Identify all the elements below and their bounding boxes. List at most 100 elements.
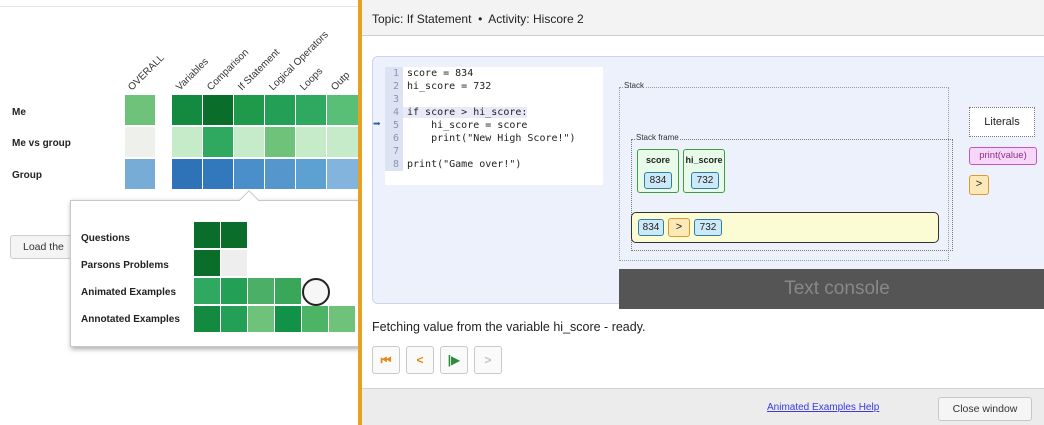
previous-step-button[interactable]: < bbox=[406, 346, 434, 374]
popup-cell[interactable] bbox=[275, 278, 301, 304]
row-label-me: Me bbox=[12, 107, 26, 118]
previous-step-icon: < bbox=[416, 353, 424, 367]
literal-print: print(value) bbox=[969, 147, 1037, 165]
grid-cell[interactable] bbox=[125, 95, 155, 125]
popup-cell[interactable] bbox=[329, 306, 355, 332]
popup-cell[interactable] bbox=[248, 278, 274, 304]
grid-cell[interactable] bbox=[296, 95, 326, 125]
next-step-button[interactable]: |▶ bbox=[440, 346, 468, 374]
grid-cell[interactable] bbox=[172, 159, 202, 189]
load-button[interactable]: Load the bbox=[10, 235, 72, 259]
popup-cell[interactable] bbox=[194, 250, 220, 276]
next-step-icon: |▶ bbox=[447, 353, 461, 367]
code-line: 1 score = 834 bbox=[385, 67, 603, 80]
last-step-button[interactable]: > bbox=[474, 346, 502, 374]
grid-cell[interactable] bbox=[172, 95, 202, 125]
code-panel: 1 score = 834 2 hi_score = 732 3 4 if score > … bbox=[373, 67, 603, 185]
popup-cell[interactable] bbox=[275, 306, 301, 332]
code-text: score = 834 bbox=[407, 68, 474, 79]
grid-cell[interactable] bbox=[234, 159, 264, 189]
row-label-me-vs-group: Me vs group bbox=[12, 138, 71, 149]
code-line: 4 if score > hi_score: bbox=[385, 106, 603, 119]
popup-cell[interactable] bbox=[221, 250, 247, 276]
stack-label: Stack bbox=[623, 81, 646, 90]
line-number: 1 bbox=[385, 67, 403, 80]
last-step-icon: > bbox=[484, 353, 492, 367]
grid-cell[interactable] bbox=[296, 159, 326, 189]
expression-operator: > bbox=[668, 218, 690, 237]
variable-value: 834 bbox=[644, 172, 672, 189]
line-number: 2 bbox=[385, 80, 403, 93]
window-body: 1 score = 834 2 hi_score = 732 3 4 if score > … bbox=[362, 36, 1044, 388]
close-window-button[interactable]: Close window bbox=[938, 397, 1032, 421]
help-link[interactable]: Animated Examples Help bbox=[767, 402, 879, 413]
visualization-panel: 1 score = 834 2 hi_score = 732 3 4 if score > … bbox=[372, 56, 1044, 309]
column-label-output: Outp bbox=[329, 69, 353, 93]
page: OVERALL Variables Comparison If Statemen… bbox=[0, 0, 1044, 425]
current-line-arrow-icon: ➡ bbox=[373, 117, 381, 132]
variable-name: score bbox=[645, 155, 671, 165]
grid-cell[interactable] bbox=[327, 159, 358, 189]
grid-cell[interactable] bbox=[327, 127, 358, 157]
line-number: 8 bbox=[385, 158, 403, 171]
popup-cell[interactable] bbox=[194, 222, 220, 248]
line-number: 7 bbox=[385, 145, 403, 158]
line-number: 4 bbox=[385, 106, 403, 119]
variable-score: score 834 bbox=[637, 149, 679, 193]
grid-cell[interactable] bbox=[327, 95, 358, 125]
header-separator: • bbox=[478, 12, 483, 26]
code-line: 6 print("New High Score!") bbox=[385, 132, 603, 145]
code-line: 5 hi_score = score bbox=[385, 119, 603, 132]
stack-frame-label: Stack frame bbox=[635, 133, 680, 142]
text-console: Text console bbox=[619, 269, 1044, 309]
grid-cell[interactable] bbox=[203, 95, 233, 125]
cursor-circle-icon bbox=[302, 278, 330, 306]
window-footer: Animated Examples Help Close window bbox=[362, 388, 1044, 425]
window-header: Topic: If Statement • Activity: Hiscore … bbox=[362, 0, 1044, 36]
column-label-loops: Loops bbox=[298, 65, 326, 93]
column-label-overall: OVERALL bbox=[126, 52, 167, 93]
code-line: 7 bbox=[385, 145, 603, 158]
popup-cell[interactable] bbox=[221, 278, 247, 304]
grid-cell[interactable] bbox=[125, 159, 155, 189]
divider bbox=[0, 6, 358, 7]
row-label-group: Group bbox=[12, 170, 42, 181]
grid-cell[interactable] bbox=[203, 159, 233, 189]
line-number: 6 bbox=[385, 132, 403, 145]
variable-value: 732 bbox=[691, 172, 719, 189]
line-number: 3 bbox=[385, 93, 403, 106]
grid-cell[interactable] bbox=[234, 95, 264, 125]
popup-label-annotated-examples: Annotated Examples bbox=[81, 314, 180, 325]
grid-cell[interactable] bbox=[265, 95, 295, 125]
grid-cell[interactable] bbox=[172, 127, 202, 157]
activity-name: Hiscore 2 bbox=[532, 12, 584, 26]
status-text: Fetching value from the variable hi_scor… bbox=[372, 320, 646, 334]
variable-name: hi_score bbox=[685, 155, 723, 165]
first-step-icon: ⏮ bbox=[380, 353, 392, 367]
grid-cell[interactable] bbox=[234, 127, 264, 157]
code-line: 8 print("Game over!") bbox=[385, 158, 603, 171]
grid-cell[interactable] bbox=[296, 127, 326, 157]
topic-label: Topic: bbox=[372, 12, 404, 26]
code-text: if score > hi_score: bbox=[403, 107, 528, 118]
grid-cell[interactable] bbox=[265, 127, 295, 157]
literal-greater-than: > bbox=[969, 175, 989, 195]
grid-cell[interactable] bbox=[125, 127, 155, 157]
popup-label-animated-examples: Animated Examples bbox=[81, 287, 177, 298]
popup-cell[interactable] bbox=[302, 306, 328, 332]
popup-cell[interactable] bbox=[248, 306, 274, 332]
popup-cell[interactable] bbox=[194, 306, 220, 332]
line-number: 5 bbox=[385, 119, 403, 132]
popup-label-questions: Questions bbox=[81, 233, 130, 244]
popup-cell[interactable] bbox=[194, 278, 220, 304]
activity-window: Topic: If Statement • Activity: Hiscore … bbox=[358, 0, 1044, 425]
popup-cell[interactable] bbox=[221, 306, 247, 332]
first-step-button[interactable]: ⏮ bbox=[372, 346, 400, 374]
popup-cell[interactable] bbox=[221, 222, 247, 248]
code-text: print("Game over!") bbox=[407, 159, 522, 170]
grid-cell[interactable] bbox=[203, 127, 233, 157]
topic-name: If Statement bbox=[406, 12, 472, 26]
grid-cell[interactable] bbox=[265, 159, 295, 189]
